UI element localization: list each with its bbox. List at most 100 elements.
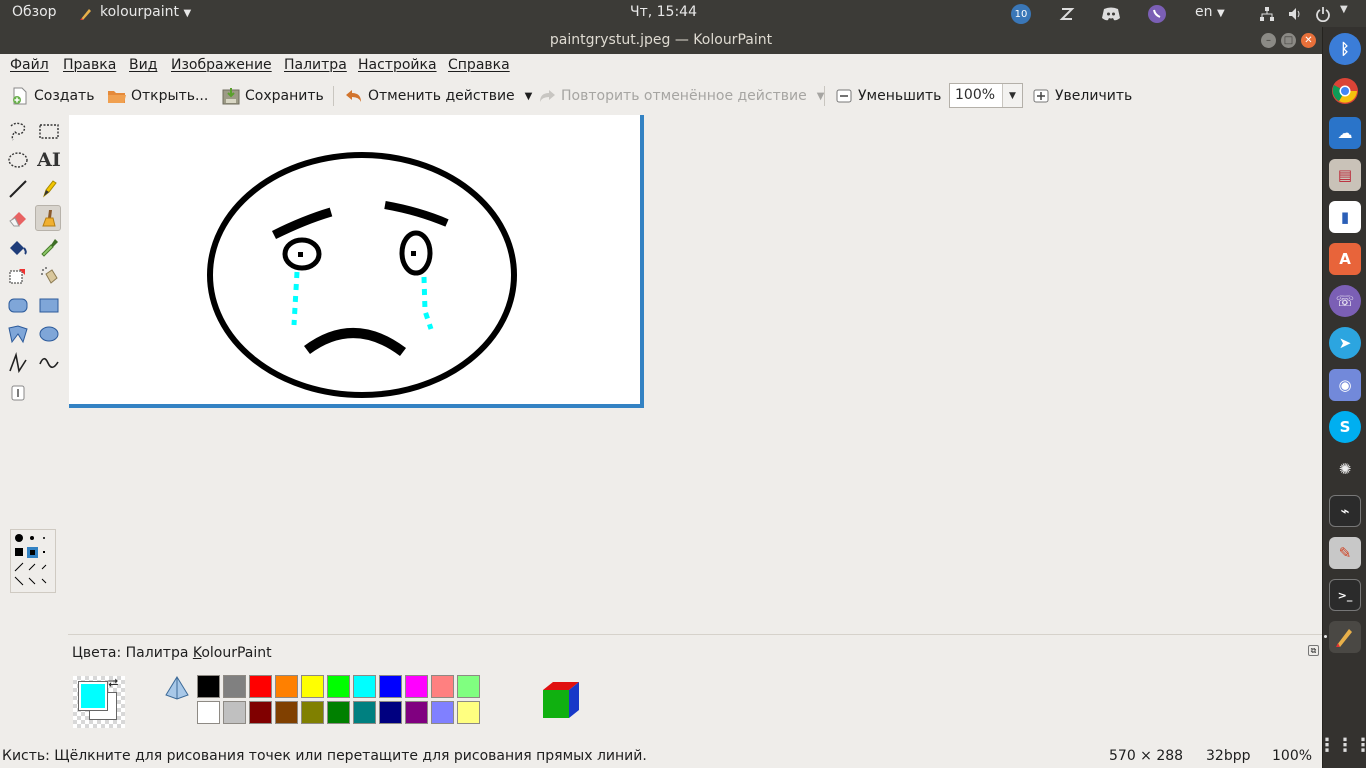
rectangular-selection-tool[interactable] — [36, 118, 62, 144]
brush-tool[interactable] — [35, 205, 61, 231]
brush-size-option[interactable] — [28, 577, 36, 585]
cloud-storage-icon[interactable]: ☁ — [1329, 117, 1361, 149]
transparent-color-swatch[interactable] — [164, 675, 190, 701]
language-switcher[interactable]: en ▼ — [1195, 4, 1225, 20]
palette-color-swatch[interactable] — [275, 701, 298, 724]
settings-wrench-icon[interactable]: ✎ — [1329, 537, 1361, 569]
elliptical-selection-tool[interactable] — [5, 147, 31, 173]
bluetooth-app-icon[interactable]: ᛒ — [1329, 33, 1361, 65]
color-similarity-cube[interactable] — [541, 680, 581, 726]
clock[interactable]: Чт, 15:44 — [630, 4, 697, 20]
palette-color-swatch[interactable] — [197, 675, 220, 698]
brush-size-option[interactable] — [41, 564, 47, 570]
menu-help[interactable]: Справка — [448, 57, 510, 73]
zoom-tray-icon[interactable] — [1056, 3, 1078, 25]
rounded-rectangle-tool[interactable] — [5, 292, 31, 318]
close-button[interactable]: ✕ — [1301, 33, 1316, 48]
menu-file[interactable]: Файл — [10, 57, 49, 73]
menu-edit[interactable]: Правка — [63, 57, 116, 73]
file-manager-icon[interactable]: ▤ — [1329, 159, 1361, 191]
color-picker-tool[interactable] — [36, 234, 62, 260]
app-menu[interactable]: kolourpaint ▼ — [100, 4, 191, 20]
spraycan-tool[interactable] — [36, 263, 62, 289]
eraser-tool[interactable] — [5, 205, 31, 231]
swap-colors-icon[interactable]: ⮂ — [108, 676, 118, 691]
palette-color-swatch[interactable] — [197, 701, 220, 724]
chevron-down-icon[interactable]: ▼ — [1002, 84, 1022, 107]
palette-color-swatch[interactable] — [327, 701, 350, 724]
brush-size-option[interactable] — [15, 534, 23, 542]
polygon-tool[interactable] — [5, 321, 31, 347]
brush-size-options[interactable] — [10, 529, 56, 593]
viber-icon[interactable]: ☏ — [1329, 285, 1361, 317]
connected-lines-tool[interactable] — [5, 350, 31, 376]
chrome-icon[interactable] — [1329, 75, 1361, 107]
palette-color-swatch[interactable] — [379, 701, 402, 724]
volume-icon[interactable] — [1284, 3, 1306, 25]
palette-color-swatch[interactable] — [327, 675, 350, 698]
show-applications-icon[interactable]: ⋮⋮⋮ — [1318, 729, 1366, 761]
foreground-color-swatch[interactable] — [78, 681, 108, 711]
palette-color-swatch[interactable] — [249, 701, 272, 724]
telegram-icon[interactable]: ➤ — [1329, 327, 1361, 359]
palette-color-swatch[interactable] — [353, 701, 376, 724]
zoom-out-button[interactable]: Уменьшить — [834, 84, 941, 108]
palette-color-swatch[interactable] — [379, 675, 402, 698]
software-center-icon[interactable]: A — [1329, 243, 1361, 275]
open-button[interactable]: Открыть... — [107, 84, 208, 108]
float-panel-icon[interactable]: ⧉ — [1308, 645, 1319, 656]
undo-button[interactable]: Отменить действие ▼ — [344, 84, 532, 108]
drawing-canvas[interactable] — [69, 115, 644, 408]
brush-size-option[interactable] — [43, 551, 45, 553]
brightness-icon[interactable]: ✺ — [1329, 453, 1361, 485]
system-monitor-icon[interactable]: ⌁ — [1329, 495, 1361, 527]
brush-size-option[interactable] — [14, 576, 24, 586]
notification-badge[interactable]: 10 — [1010, 3, 1032, 25]
discord-icon[interactable]: ◉ — [1329, 369, 1361, 401]
brush-size-option[interactable] — [30, 536, 34, 540]
text-document-icon[interactable]: ▮ — [1329, 201, 1361, 233]
save-button[interactable]: Сохранить — [221, 84, 324, 108]
zoom-tool[interactable] — [5, 380, 31, 406]
palette-color-swatch[interactable] — [301, 675, 324, 698]
palette-color-swatch[interactable] — [405, 701, 428, 724]
palette-color-swatch[interactable] — [457, 675, 480, 698]
undo-dropdown-icon[interactable]: ▼ — [525, 91, 533, 102]
brush-size-option[interactable] — [41, 578, 47, 584]
palette-color-swatch[interactable] — [223, 675, 246, 698]
brush-size-option[interactable] — [15, 548, 23, 556]
curve-tool[interactable] — [36, 350, 62, 376]
viber-tray-icon[interactable] — [1146, 3, 1168, 25]
palette-color-swatch[interactable] — [405, 675, 428, 698]
menu-image[interactable]: Изображение — [171, 57, 272, 73]
menu-view[interactable]: Вид — [129, 57, 157, 73]
power-icon[interactable] — [1312, 3, 1334, 25]
maximize-button[interactable]: □ — [1281, 33, 1296, 48]
palette-color-swatch[interactable] — [275, 675, 298, 698]
palette-color-swatch[interactable] — [431, 701, 454, 724]
ellipse-tool[interactable] — [36, 321, 62, 347]
color-eraser-tool[interactable] — [5, 263, 31, 289]
kolourpaint-dock-icon[interactable] — [1329, 621, 1361, 653]
minimize-button[interactable]: – — [1261, 33, 1276, 48]
discord-tray-icon[interactable] — [1100, 3, 1122, 25]
zoom-combobox[interactable]: 100% ▼ — [949, 83, 1023, 108]
new-button[interactable]: Создать — [10, 84, 94, 108]
palette-color-swatch[interactable] — [353, 675, 376, 698]
free-form-selection-tool[interactable] — [5, 118, 31, 144]
line-tool[interactable] — [5, 176, 31, 202]
brush-size-option[interactable] — [14, 562, 24, 572]
brush-size-option[interactable] — [28, 563, 36, 571]
menu-palette[interactable]: Палитра — [284, 57, 347, 73]
palette-color-swatch[interactable] — [457, 701, 480, 724]
activities-button[interactable]: Обзор — [12, 4, 57, 20]
redo-button[interactable]: Повторить отменённое действие ▼ — [537, 84, 824, 108]
flood-fill-tool[interactable] — [5, 234, 31, 260]
brush-size-option[interactable] — [30, 550, 35, 555]
zoom-in-button[interactable]: Увеличить — [1031, 84, 1132, 108]
text-tool[interactable]: AI — [36, 147, 62, 173]
brush-size-option[interactable] — [43, 537, 45, 539]
terminal-icon[interactable]: >_ — [1329, 579, 1361, 611]
palette-color-swatch[interactable] — [249, 675, 272, 698]
palette-color-swatch[interactable] — [431, 675, 454, 698]
